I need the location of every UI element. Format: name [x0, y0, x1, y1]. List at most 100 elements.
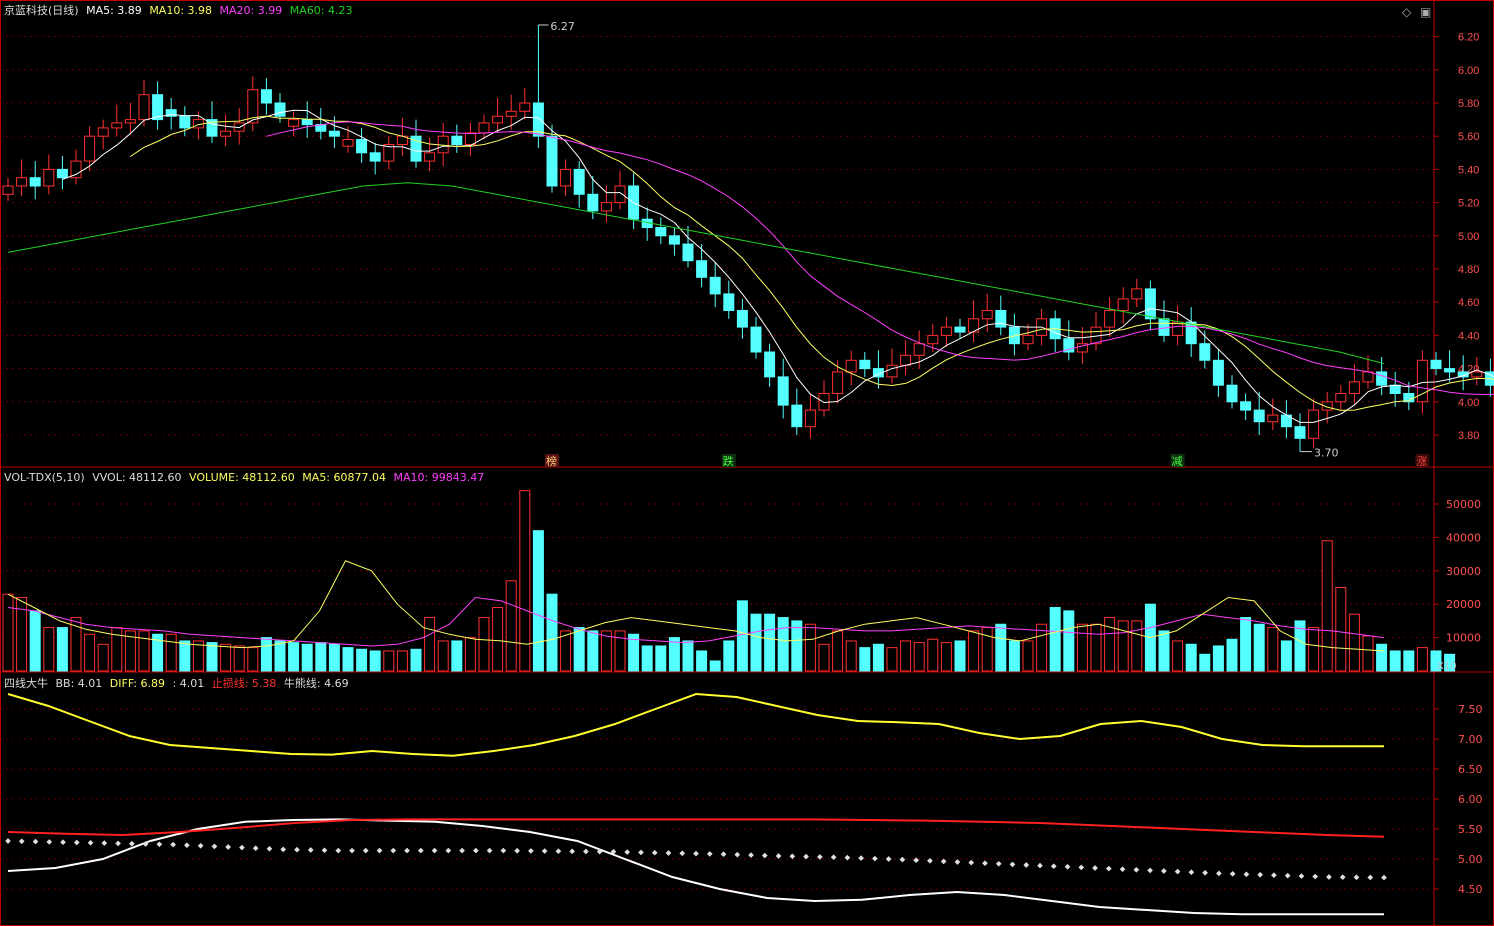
- candle-down: [356, 139, 368, 154]
- vol-title: VOL-TDX(5,10): [4, 471, 85, 484]
- volume-bar-up: [492, 607, 504, 672]
- volume-bar-up: [832, 630, 844, 672]
- bull-bear-label: 牛熊线: 4.69: [283, 677, 349, 690]
- volume-bar-up: [396, 650, 408, 672]
- candle-down: [1144, 288, 1156, 320]
- candle-down: [696, 260, 708, 278]
- high-annotation: 6.27: [550, 20, 575, 33]
- candle-up: [1117, 298, 1129, 312]
- volume-bar-down: [288, 642, 300, 672]
- volume-bar-up: [464, 637, 476, 672]
- candle-up: [124, 119, 136, 124]
- candle-down: [369, 152, 381, 162]
- candle-down: [546, 135, 558, 187]
- volume-bar-up: [2, 593, 14, 672]
- candle-down: [1376, 371, 1388, 386]
- volume-bar-down: [274, 640, 286, 672]
- price-tick-label: 4.40: [1458, 330, 1479, 342]
- volume-bar-down: [1199, 653, 1211, 672]
- candle-up: [220, 130, 232, 137]
- volume-bar-down: [1158, 630, 1170, 672]
- window-toggle-icon[interactable]: ▣: [1420, 5, 1431, 19]
- volume-bar-down: [1212, 645, 1224, 672]
- volume-tick-label: 30000: [1446, 565, 1481, 578]
- candle-down: [56, 168, 68, 179]
- candle-down: [1430, 359, 1442, 370]
- bb-label: BB: 4.01: [55, 677, 103, 690]
- candle-up: [424, 152, 436, 162]
- indicator-tick-label: 6.50: [1458, 763, 1483, 776]
- candle-down: [587, 193, 599, 212]
- candle-down: [995, 310, 1007, 328]
- ma20-label: MA20: 3.99: [219, 4, 283, 17]
- volume-bar-down: [56, 627, 68, 672]
- volume-bar-up: [424, 617, 436, 672]
- price-tick-label: 3.80: [1458, 430, 1479, 442]
- candle-up: [1308, 409, 1320, 439]
- candle-down: [668, 235, 680, 245]
- signal-label: 榜: [546, 454, 557, 468]
- volume-bar-up: [940, 642, 952, 672]
- candle-up: [97, 127, 109, 137]
- volume-bar-down: [859, 647, 871, 672]
- volume-bar-down: [260, 637, 272, 672]
- price-tick-label: 5.20: [1458, 198, 1479, 210]
- candle-up: [886, 364, 898, 378]
- volume-tick-label: 40000: [1446, 531, 1481, 544]
- stock-chart[interactable]: 3.804.004.204.404.604.805.005.205.405.60…: [0, 0, 1494, 926]
- volume-panel-header: VOL-TDX(5,10) VVOL: 48112.60 VOLUME: 481…: [4, 471, 488, 485]
- candle-down: [179, 115, 191, 129]
- price-tick-label: 5.40: [1458, 164, 1479, 176]
- low-annotation: 3.70: [1314, 447, 1339, 460]
- candle-up: [832, 371, 844, 395]
- volume-bar-down: [1376, 643, 1388, 672]
- candle-up: [464, 132, 476, 146]
- volume-bar-down: [29, 610, 41, 672]
- volume-bar-down: [410, 648, 422, 672]
- vol-ma10-label: MA10: 99843.47: [393, 471, 485, 484]
- indicator-tick-label: 6.00: [1458, 793, 1483, 806]
- indicator-tick-label: 5.50: [1458, 823, 1483, 836]
- volume-bar-up: [505, 580, 517, 672]
- indicator-tick-label: 7.00: [1458, 733, 1483, 746]
- candle-down: [1294, 426, 1306, 439]
- volume-bar-down: [356, 648, 368, 672]
- volume-bar-up: [927, 638, 939, 672]
- candle-up: [614, 185, 626, 204]
- candle-down: [791, 404, 803, 428]
- candle-up: [1471, 371, 1483, 378]
- volume-bar-down: [696, 650, 708, 672]
- volume-bar-up: [968, 630, 980, 672]
- candle-down: [1389, 384, 1401, 395]
- volume-bar-down: [1049, 607, 1061, 672]
- volume-bar-down: [1226, 638, 1238, 672]
- volume-bar-down: [587, 630, 599, 672]
- candle-up: [913, 343, 925, 356]
- volume-bar-down: [777, 617, 789, 672]
- candle-down: [750, 326, 762, 353]
- candle-up: [1022, 334, 1034, 345]
- ma60-label: MA60: 4.23: [289, 4, 353, 17]
- volume-bar-down: [451, 640, 463, 672]
- volume-bar-up: [1416, 647, 1428, 672]
- volume-bar-up: [845, 640, 857, 672]
- volume-bar-down: [301, 643, 313, 672]
- candle-up: [519, 102, 531, 112]
- volume-bar-up: [981, 627, 993, 672]
- volume-bar-up: [1172, 640, 1184, 672]
- volume-bar-up: [1090, 623, 1102, 672]
- candle-up: [492, 115, 504, 124]
- diamond-icon[interactable]: ◇: [1402, 5, 1411, 19]
- indicator-tick-label: 7.50: [1458, 703, 1483, 716]
- candle-down: [682, 243, 694, 262]
- candle-up: [1131, 288, 1143, 300]
- volume-bar-down: [1253, 623, 1265, 672]
- volume-bar-down: [764, 613, 776, 672]
- candle-up: [900, 354, 912, 366]
- volume-tick-label: 10000: [1446, 632, 1481, 645]
- candle-down: [709, 276, 721, 295]
- candle-down: [1158, 318, 1170, 336]
- volume-bar-down: [206, 642, 218, 672]
- volume-bar-down: [872, 643, 884, 672]
- signal-label: 减: [1172, 455, 1183, 468]
